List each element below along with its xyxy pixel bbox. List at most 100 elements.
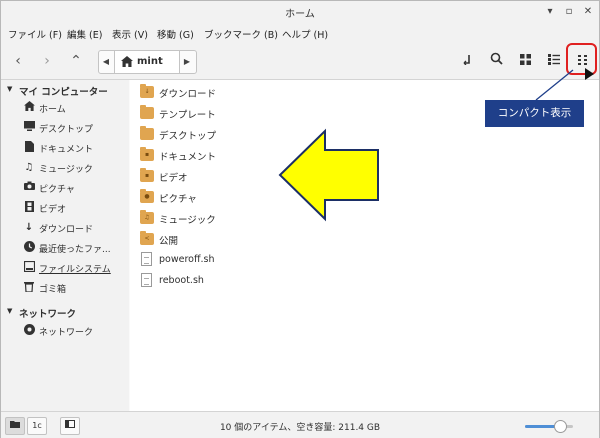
up-button[interactable]: ⌃ [65, 51, 87, 71]
desktop-icon [23, 121, 35, 134]
breadcrumb-home[interactable]: mint [114, 51, 180, 73]
collapse-arrow-icon[interactable]: ▼ [7, 85, 12, 93]
sidebar-item-music[interactable]: ♫ ミュージック [23, 160, 127, 176]
forward-button[interactable]: › [36, 51, 58, 71]
sidebar-item-pictures[interactable]: ピクチャ [23, 180, 127, 196]
menu-view[interactable]: 表示 (V) [112, 27, 148, 41]
file-name: ピクチャ [159, 194, 197, 205]
file-manager-window: ホーム ▾ ▫ ✕ ファイル (F) 編集 (E) 表示 (V) 移動 (G) … [0, 0, 600, 438]
folder-documents-icon: ▪ [140, 147, 154, 161]
chevron-up-icon: ⌃ [70, 53, 82, 69]
icon-view-button[interactable] [514, 51, 536, 71]
back-button[interactable]: ‹ [7, 51, 29, 71]
sidebar-item-recent[interactable]: 最近使ったファ... [23, 240, 127, 256]
grid-view-icon [519, 54, 531, 65]
maximize-button[interactable]: ▫ [561, 4, 577, 20]
breadcrumb-left-button[interactable]: ◀ [99, 51, 113, 73]
sidebar-item-label: ネットワーク [39, 328, 94, 338]
file-item-videos[interactable]: ▪ ビデオ [140, 168, 280, 186]
status-bar: 1c 10 個のアイテム、空き容量: 211.4 GB [1, 411, 599, 438]
breadcrumb-label: mint [137, 56, 163, 67]
menu-bar: ファイル (F) 編集 (E) 表示 (V) 移動 (G) ブックマーク (B)… [1, 23, 599, 43]
collapse-arrow-icon[interactable]: ▼ [7, 307, 12, 315]
trash-icon [23, 281, 35, 294]
file-item-public[interactable]: < 公開 [140, 231, 280, 249]
sidebar-item-trash[interactable]: ゴミ箱 [23, 280, 127, 296]
home-icon [121, 56, 133, 67]
sidebar-item-label: ピクチャ [39, 185, 75, 195]
file-name: デスクトップ [159, 131, 217, 142]
file-name: 公開 [159, 236, 179, 247]
menu-go[interactable]: 移動 (G) [157, 27, 194, 41]
sidebar-item-home[interactable]: ホーム [23, 100, 127, 116]
zoom-slider-knob[interactable] [553, 420, 567, 433]
file-item-documents[interactable]: ▪ ドキュメント [140, 147, 280, 165]
sidebar-item-documents[interactable]: ドキュメント [23, 140, 127, 156]
close-button[interactable]: ✕ [580, 4, 596, 20]
folder-templates-icon [140, 105, 154, 119]
search-icon [490, 52, 503, 65]
window-title: ホーム [285, 9, 315, 20]
sidebar-item-label: ドキュメント [39, 145, 94, 155]
compact-view-callout: コンパクト表示 [485, 100, 584, 127]
file-item-poweroff[interactable]: poweroff.sh [140, 252, 280, 270]
sidebar-item-label: ミュージック [39, 165, 93, 175]
sidebar-header-network: ネットワーク [19, 309, 77, 320]
file-list: ↓ ダウンロード テンプレート デスクトップ ▪ ドキュメント ▪ ビデオ ● … [130, 80, 599, 411]
breadcrumb: ◀ mint ▶ [98, 50, 197, 74]
recent-icon [23, 241, 35, 254]
folder-videos-icon: ▪ [140, 168, 154, 182]
list-view-button[interactable] [543, 51, 565, 71]
file-item-downloads[interactable]: ↓ ダウンロード [140, 84, 280, 102]
download-icon: ↓ [24, 222, 34, 233]
file-item-templates[interactable]: テンプレート [140, 105, 280, 123]
file-item-music[interactable]: ♫ ミュージック [140, 210, 280, 228]
list-view-icon [548, 54, 560, 65]
menu-file[interactable]: ファイル (F) [8, 27, 62, 41]
chevron-left-icon: ‹ [15, 53, 21, 69]
sidebar-item-videos[interactable]: ビデオ [23, 200, 127, 216]
file-name: ダウンロード [159, 89, 217, 100]
sidebar-item-desktop[interactable]: デスクトップ [23, 120, 127, 136]
menu-help[interactable]: ヘルプ (H) [282, 27, 328, 41]
status-text: 10 個のアイテム、空き容量: 211.4 GB [219, 423, 381, 433]
folder-share-icon: < [140, 231, 154, 245]
script-file-icon [141, 252, 152, 266]
folder-pictures-icon: ● [140, 189, 154, 203]
file-name: テンプレート [159, 110, 216, 121]
zoom-slider[interactable] [525, 420, 573, 433]
sidebar-item-label: ゴミ箱 [39, 285, 67, 295]
breadcrumb-right-button[interactable]: ▶ [180, 51, 194, 73]
menu-edit[interactable]: 編集 (E) [67, 27, 102, 41]
title-bar: ホーム ▾ ▫ ✕ [1, 1, 599, 23]
video-icon [23, 201, 35, 214]
document-icon [23, 141, 35, 154]
terminal-icon [463, 55, 470, 66]
sidebar: ▼ マイ コンピューター ホーム デスクトップ ドキュメント ♫ ミュージック … [1, 80, 129, 411]
camera-icon [23, 181, 35, 194]
home-icon [23, 101, 35, 114]
sidebar-item-label: ビデオ [39, 205, 67, 215]
file-name: reboot.sh [159, 275, 204, 286]
sidebar-item-downloads[interactable]: ↓ ダウンロード [23, 220, 127, 236]
file-item-pictures[interactable]: ● ピクチャ [140, 189, 280, 207]
folder-icon [140, 126, 154, 140]
drive-icon [23, 260, 35, 274]
file-item-reboot[interactable]: reboot.sh [140, 273, 280, 291]
chevron-right-icon: › [44, 53, 50, 69]
music-icon: ♫ [24, 162, 34, 173]
sidebar-item-label: 最近使ったファ... [39, 245, 111, 255]
sidebar-item-filesystem[interactable]: ファイルシステム [23, 260, 127, 276]
sidebar-item-network[interactable]: ネットワーク [23, 323, 127, 339]
sidebar-item-label: ホーム [39, 105, 66, 115]
menu-bookmarks[interactable]: ブックマーク (B) [204, 27, 278, 41]
toolbar: ‹ › ⌃ ◀ mint ▶ [1, 43, 599, 80]
search-button[interactable] [485, 51, 507, 71]
mouse-pointer-icon [585, 68, 594, 80]
open-terminal-button[interactable] [456, 51, 478, 71]
sidebar-item-label: ファイルシステム [39, 265, 111, 275]
file-name: ミュージック [159, 215, 216, 226]
network-icon [23, 324, 35, 337]
file-item-desktop[interactable]: デスクトップ [140, 126, 280, 144]
minimize-button[interactable]: ▾ [542, 4, 558, 20]
